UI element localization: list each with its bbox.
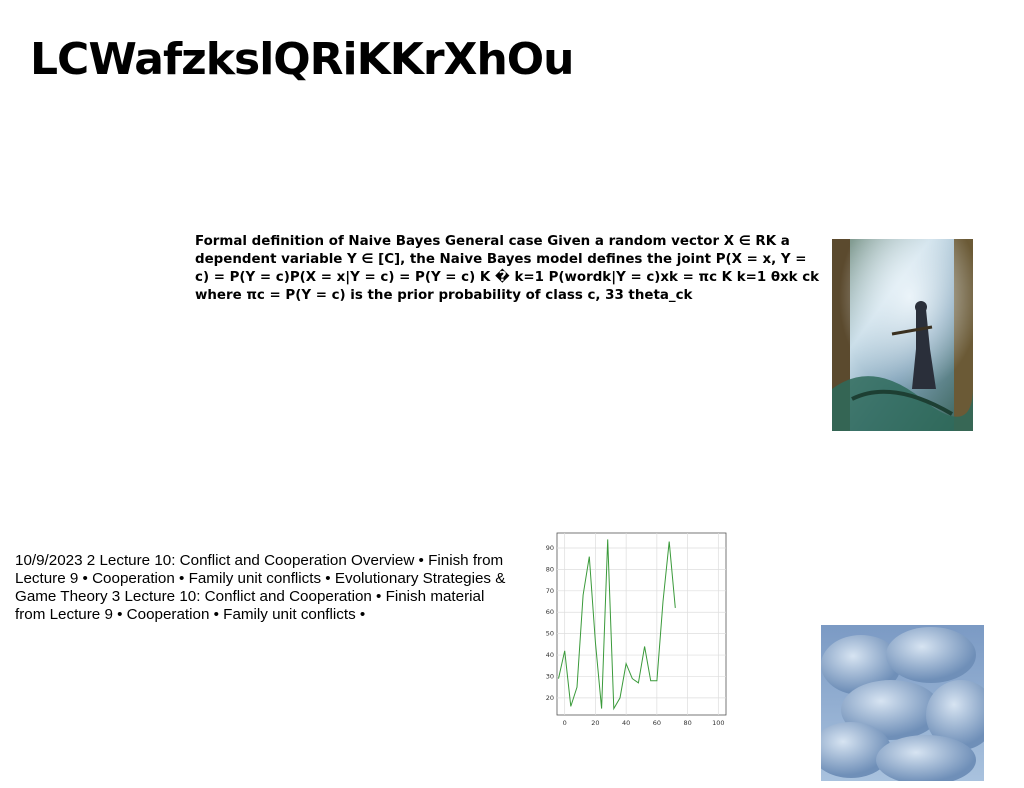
x-tick-label: 60 bbox=[653, 719, 661, 727]
y-tick-label: 20 bbox=[546, 694, 554, 702]
x-tick-label: 20 bbox=[591, 719, 599, 727]
y-tick-label: 30 bbox=[546, 672, 554, 680]
x-tick-label: 40 bbox=[622, 719, 630, 727]
x-tick-label: 0 bbox=[563, 719, 567, 727]
painting-image bbox=[832, 239, 973, 431]
y-tick-label: 80 bbox=[546, 565, 554, 573]
y-tick-label: 40 bbox=[546, 651, 554, 659]
lecture-paragraph: 10/9/2023 2 Lecture 10: Conflict and Coo… bbox=[15, 552, 506, 623]
y-tick-label: 60 bbox=[546, 608, 554, 616]
line-chart: 0 20 40 60 80 100 20 30 40 50 60 70 80 90 bbox=[540, 528, 730, 733]
y-tick-label: 70 bbox=[546, 587, 554, 595]
y-tick-label: 50 bbox=[546, 630, 554, 638]
page-title: LCWafzkslQRiKKrXhOu bbox=[30, 34, 575, 85]
plot-area bbox=[556, 532, 727, 716]
terrain-image bbox=[821, 625, 984, 781]
y-tick-label: 90 bbox=[546, 544, 554, 552]
naive-bayes-paragraph: Formal definition of Naive Bayes General… bbox=[195, 234, 820, 303]
x-tick-label: 100 bbox=[712, 719, 724, 727]
x-tick-label: 80 bbox=[683, 719, 691, 727]
